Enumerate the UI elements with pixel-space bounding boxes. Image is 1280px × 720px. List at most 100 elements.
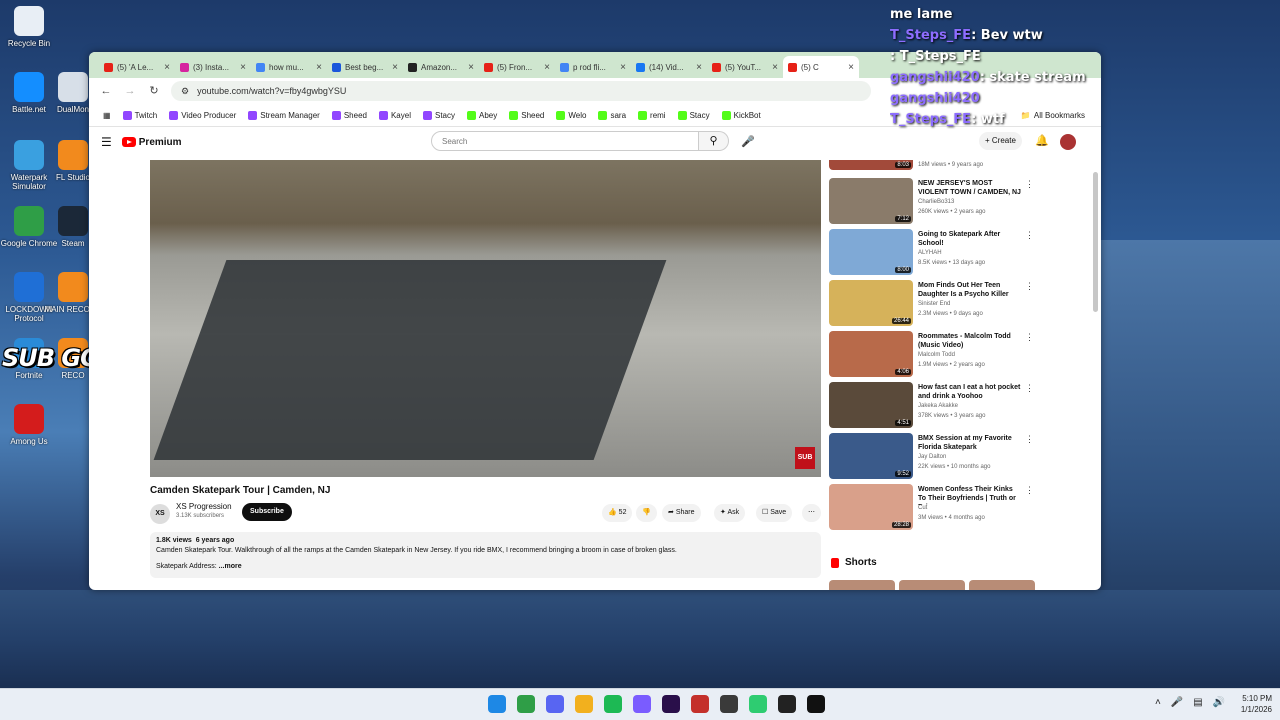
channel-avatar[interactable]: XS <box>150 504 170 524</box>
more-options-icon[interactable]: ⋮ <box>1025 485 1034 496</box>
discord-icon[interactable] <box>546 695 564 713</box>
youtube-logo[interactable]: Premium <box>121 137 182 148</box>
menu-icon[interactable]: ☰ <box>101 135 112 149</box>
browser-tab[interactable]: (5) YouT... × <box>707 56 783 78</box>
subscribe-button[interactable]: Subscribe <box>242 503 292 521</box>
close-icon[interactable]: × <box>772 62 778 73</box>
recommendation-item[interactable]: 9:52 BMX Session at my Favorite Florida S… <box>829 433 1039 481</box>
chrome-icon[interactable] <box>517 695 535 713</box>
browser-tab[interactable]: p rod fli... × <box>555 56 631 78</box>
desktop-icon[interactable]: Among Us <box>0 404 61 446</box>
bookmark-item[interactable]: remi <box>632 110 672 120</box>
address-bar[interactable]: ⚙ youtube.com/watch?v=fby4gwbgYSU <box>171 81 871 101</box>
clock[interactable]: 5:10 PM 1/1/2026 <box>1232 693 1272 715</box>
recommendation-thumbnail[interactable]: 4:06 <box>829 331 913 377</box>
app-icon-5[interactable] <box>807 695 825 713</box>
short-thumbnail[interactable] <box>969 580 1035 590</box>
close-icon[interactable]: × <box>164 62 170 73</box>
recommendation-title[interactable]: Going to Skatepark After School! <box>918 230 1022 248</box>
mic-icon[interactable]: 🎤 <box>741 135 755 148</box>
bookmark-item[interactable]: Kayel <box>373 110 417 120</box>
bookmark-item[interactable]: Twitch <box>117 110 164 120</box>
browser-tab[interactable]: (5) 'A Le... × <box>99 56 175 78</box>
bookmark-item[interactable]: KickBot <box>716 110 767 120</box>
more-options-icon[interactable]: ⋮ <box>1025 332 1034 343</box>
recommendation-title[interactable]: Roommates - Malcolm Todd (Music Video) <box>918 332 1022 350</box>
recommendation-item[interactable]: 8:03 18M views • 9 years ago <box>829 160 1039 172</box>
recommendation-item[interactable]: 4:51 How fast can I eat a hot pocket and … <box>829 382 1039 430</box>
more-actions-icon[interactable]: ⋯ <box>802 504 821 522</box>
close-icon[interactable]: × <box>544 62 550 73</box>
apps-grid-icon[interactable]: ▦ <box>97 111 117 120</box>
premiere-icon[interactable] <box>662 695 680 713</box>
copilot-icon[interactable] <box>633 695 651 713</box>
recommendation-item[interactable]: 7:12 NEW JERSEY'S MOST VIOLENT TOWN / CAM… <box>829 178 1039 226</box>
site-info-icon[interactable]: ⚙ <box>181 86 189 97</box>
close-icon[interactable]: × <box>848 62 854 73</box>
bookmark-item[interactable]: Welo <box>550 110 592 120</box>
more-options-icon[interactable]: ⋮ <box>1025 230 1034 241</box>
bookmark-item[interactable]: Video Producer <box>163 110 242 120</box>
mic-icon[interactable]: 🎤 <box>1171 697 1183 708</box>
recommendation-thumbnail[interactable]: 8:00 <box>829 229 913 275</box>
subscribe-watermark[interactable]: SUB <box>795 447 815 469</box>
reload-icon[interactable]: ↻ <box>147 84 161 98</box>
app-icon-2[interactable] <box>720 695 738 713</box>
forward-icon[interactable]: → <box>123 84 137 98</box>
recommendation-item[interactable]: 4:06 Roommates - Malcolm Todd (Music Vide… <box>829 331 1039 379</box>
recommendation-item[interactable]: 8:00 Going to Skatepark After School! ALYH… <box>829 229 1039 277</box>
description-box[interactable]: 1.8K views 6 years ago Camden Skatepark … <box>150 532 821 578</box>
browser-tab[interactable]: how mu... × <box>251 56 327 78</box>
close-icon[interactable]: × <box>620 62 626 73</box>
bookmark-item[interactable]: Sheed <box>503 110 550 120</box>
recommendation-thumbnail[interactable]: 7:12 <box>829 178 913 224</box>
browser-tab[interactable]: Amazon... × <box>403 56 479 78</box>
bookmark-item[interactable]: Abey <box>461 110 503 120</box>
close-icon[interactable]: × <box>468 62 474 73</box>
recommendation-channel[interactable]: ALYHAH <box>918 250 942 256</box>
volume-icon[interactable]: 🔊 <box>1213 697 1225 708</box>
more-options-icon[interactable]: ⋮ <box>1025 434 1034 445</box>
dislike-button[interactable]: 👎 <box>636 504 657 522</box>
notifications-bell-icon[interactable]: 🔔 <box>1035 134 1049 147</box>
channel-name[interactable]: XS Progression <box>176 502 232 511</box>
recommendation-channel[interactable]: Jakeka Akakke <box>918 403 958 409</box>
browser-tab[interactable]: (5) C × <box>783 56 859 78</box>
more-options-icon[interactable]: ⋮ <box>1025 383 1034 394</box>
app-icon-4[interactable] <box>778 695 796 713</box>
recommendation-title[interactable]: BMX Session at my Favorite Florida Skate… <box>918 434 1022 452</box>
search-input[interactable]: Search <box>431 131 699 151</box>
short-thumbnail[interactable] <box>829 580 895 590</box>
recommendation-item[interactable]: 26:44 Mom Finds Out Her Teen Daughter Is … <box>829 280 1039 328</box>
more-options-icon[interactable]: ⋮ <box>1025 179 1034 190</box>
close-icon[interactable]: × <box>240 62 246 73</box>
browser-tab[interactable]: (3) Insta... × <box>175 56 251 78</box>
bookmark-item[interactable]: Sheed <box>326 110 373 120</box>
video-player[interactable]: SUB <box>150 160 821 477</box>
avatar[interactable] <box>1060 134 1076 150</box>
back-icon[interactable]: ← <box>99 84 113 98</box>
scrollbar[interactable] <box>1093 172 1098 312</box>
like-button[interactable]: 👍 52 <box>602 504 633 522</box>
start-icon[interactable] <box>488 695 506 713</box>
close-icon[interactable]: × <box>316 62 322 73</box>
recommendation-thumbnail[interactable]: 4:51 <box>829 382 913 428</box>
bookmark-item[interactable]: Stream Manager <box>242 110 326 120</box>
recommendation-thumbnail[interactable]: 8:03 <box>829 160 913 170</box>
recommendation-item[interactable]: 28:28 Women Confess Their Kinks To Their … <box>829 484 1039 532</box>
recommendation-channel[interactable]: CharlieBo313 <box>918 199 954 205</box>
bookmark-item[interactable]: Stacy <box>417 110 461 120</box>
bookmark-item[interactable]: Stacy <box>672 110 716 120</box>
ask-button[interactable]: ✦ Ask <box>714 504 746 522</box>
recommendation-title[interactable]: Women Confess Their Kinks To Their Boyfr… <box>918 485 1022 505</box>
spotify-icon[interactable] <box>604 695 622 713</box>
close-icon[interactable]: × <box>392 62 398 73</box>
short-thumbnail[interactable] <box>899 580 965 590</box>
share-button[interactable]: ➦ Share <box>662 504 701 522</box>
more-options-icon[interactable]: ⋮ <box>1025 281 1034 292</box>
recommendation-channel[interactable]: Jay Dalton <box>918 454 946 460</box>
save-button[interactable]: ☐ Save <box>756 504 793 522</box>
recommendation-thumbnail[interactable]: 26:44 <box>829 280 913 326</box>
bookmark-item[interactable]: sara <box>592 110 632 120</box>
recommendation-thumbnail[interactable]: 9:52 <box>829 433 913 479</box>
